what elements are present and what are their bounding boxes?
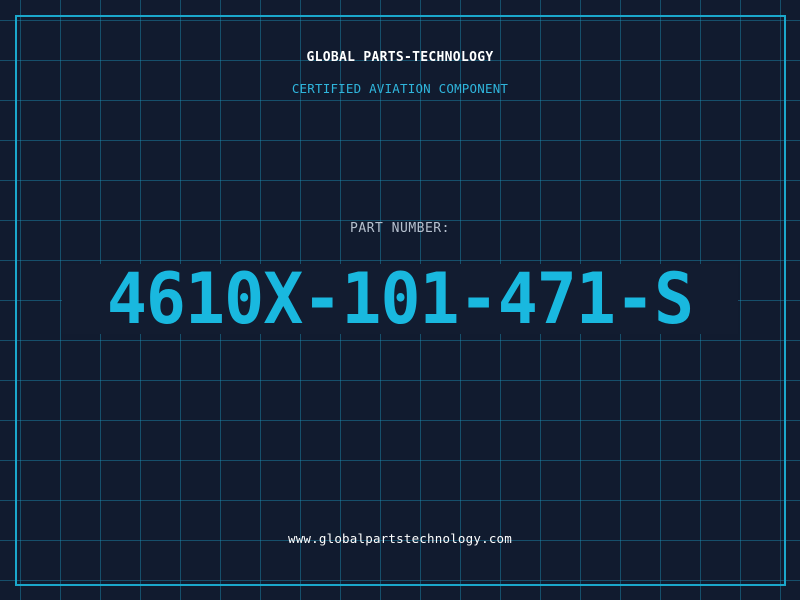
part-number-label: PART NUMBER:: [350, 221, 450, 236]
website-url: www.globalpartstechnology.com: [287, 531, 513, 546]
company-name: GLOBAL PARTS-TECHNOLOGY: [306, 50, 494, 65]
part-number-panel: 4610X-101-471-S: [62, 264, 738, 334]
certification-tagline: CERTIFIED AVIATION COMPONENT: [291, 81, 509, 96]
part-label-card: GLOBAL PARTS-TECHNOLOGY CERTIFIED AVIATI…: [0, 0, 800, 600]
part-number-value: 4610X-101-471-S: [106, 264, 694, 334]
